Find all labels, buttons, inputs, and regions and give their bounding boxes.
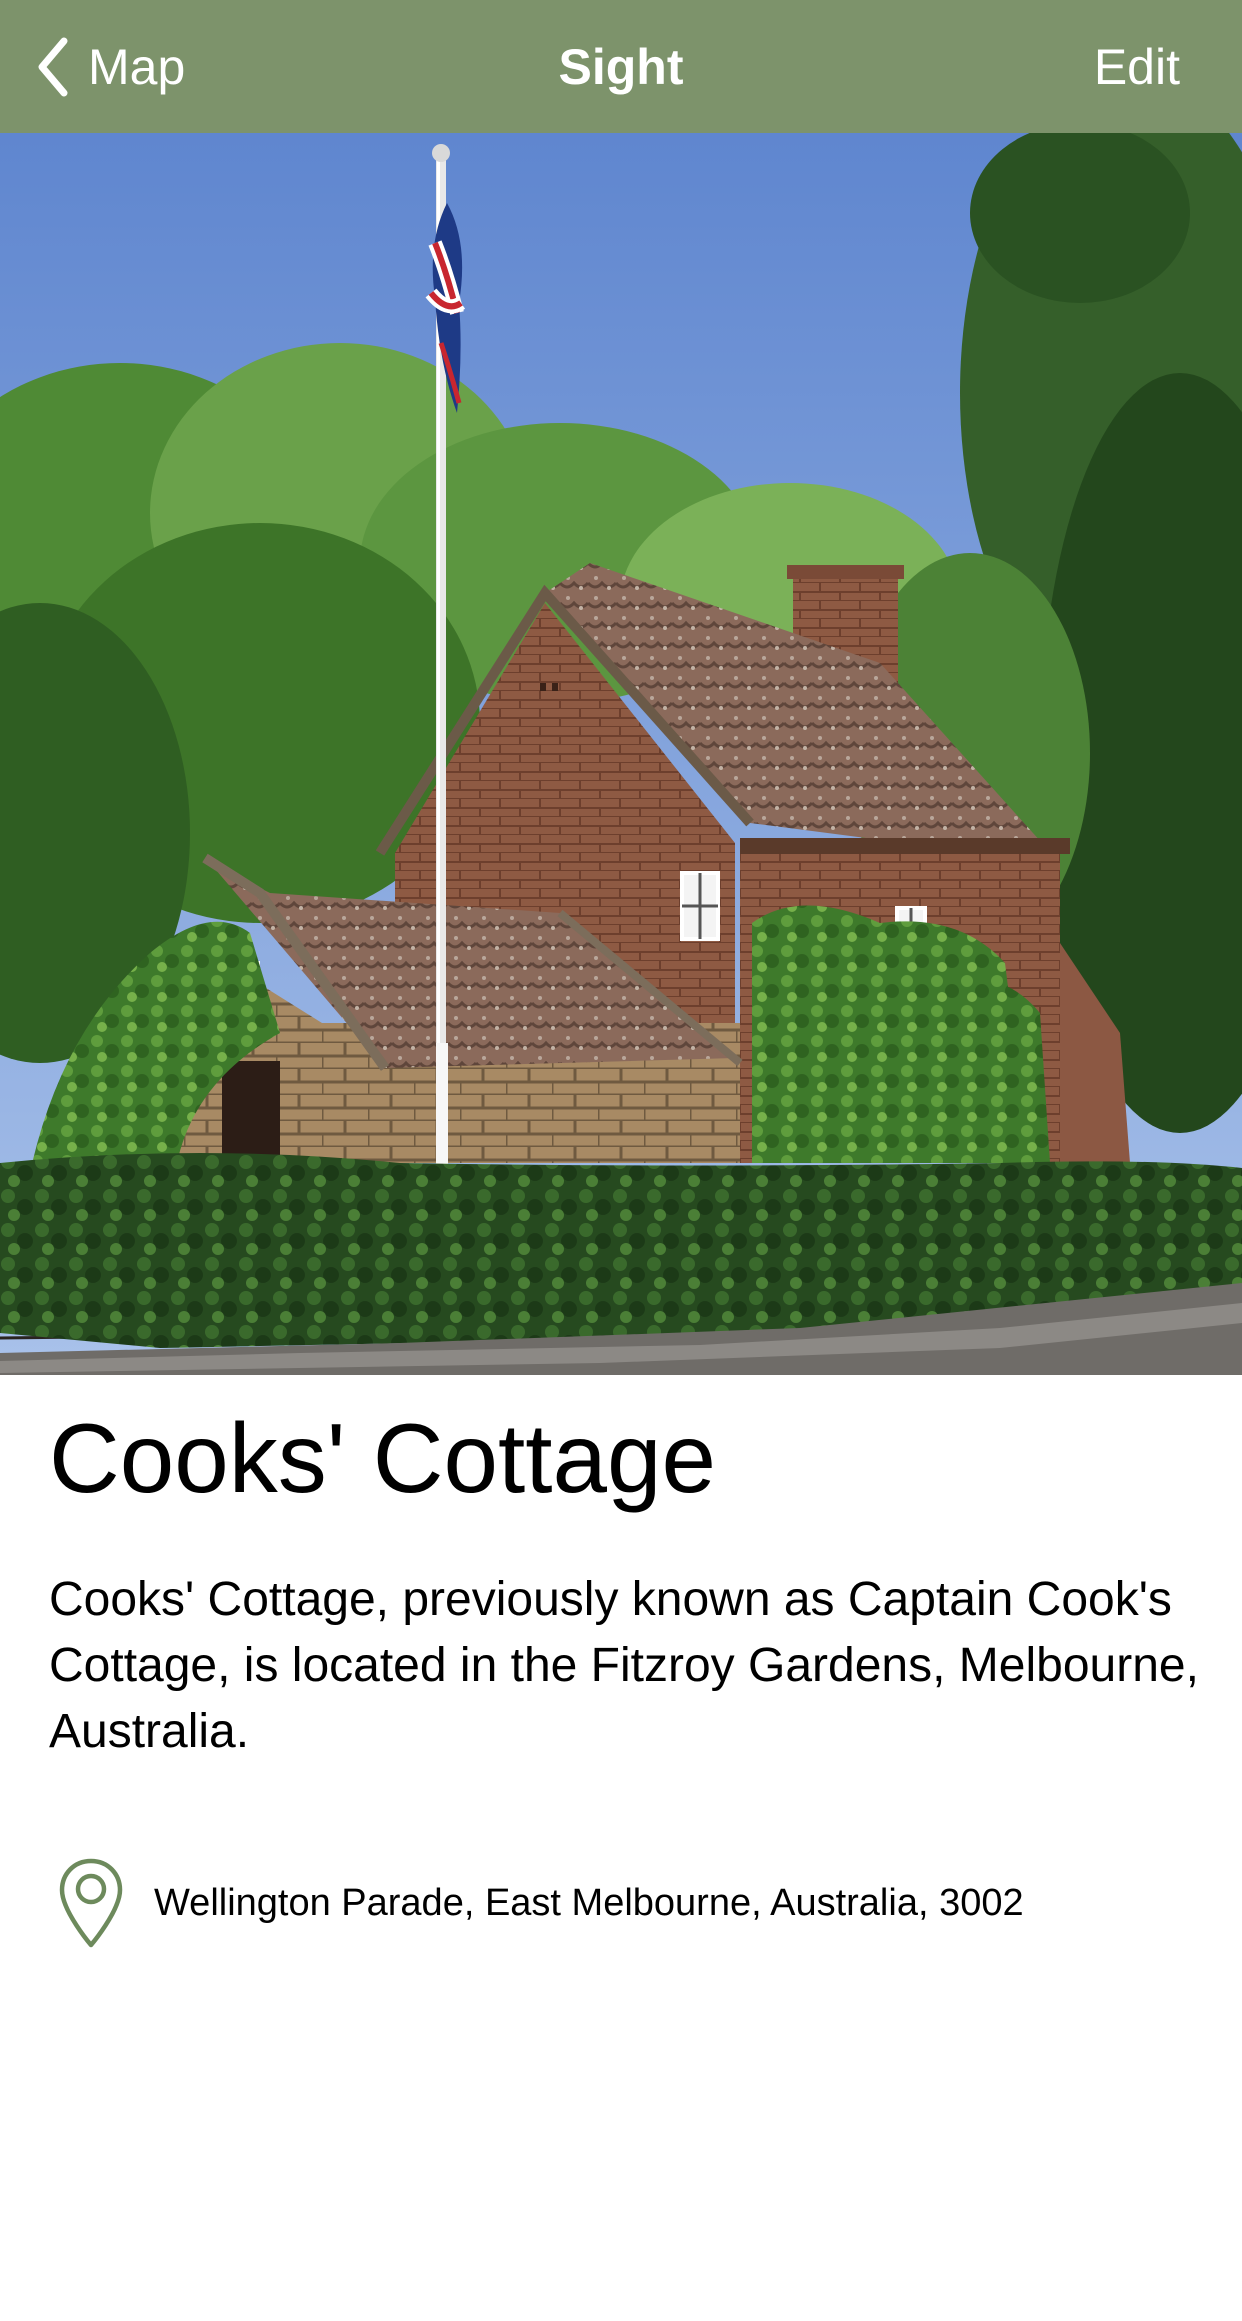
navigation-bar: Map Sight Edit: [0, 0, 1242, 133]
sight-photo: [0, 133, 1242, 1375]
sight-description: Cooks' Cottage, previously known as Capt…: [49, 1573, 1199, 1758]
chevron-left-icon: [38, 37, 68, 96]
address-row[interactable]: Wellington Parade, East Melbourne, Austr…: [58, 1853, 1024, 1953]
address-text: Wellington Parade, East Melbourne, Austr…: [154, 1882, 1024, 1924]
back-button-label: Map: [88, 38, 186, 95]
page-title: Sight: [558, 38, 684, 95]
edit-button[interactable]: Edit: [1094, 0, 1180, 133]
sight-name: Cooks' Cottage: [49, 1403, 716, 1513]
map-pin-icon: [59, 1858, 123, 1948]
back-button[interactable]: Map: [36, 0, 185, 133]
